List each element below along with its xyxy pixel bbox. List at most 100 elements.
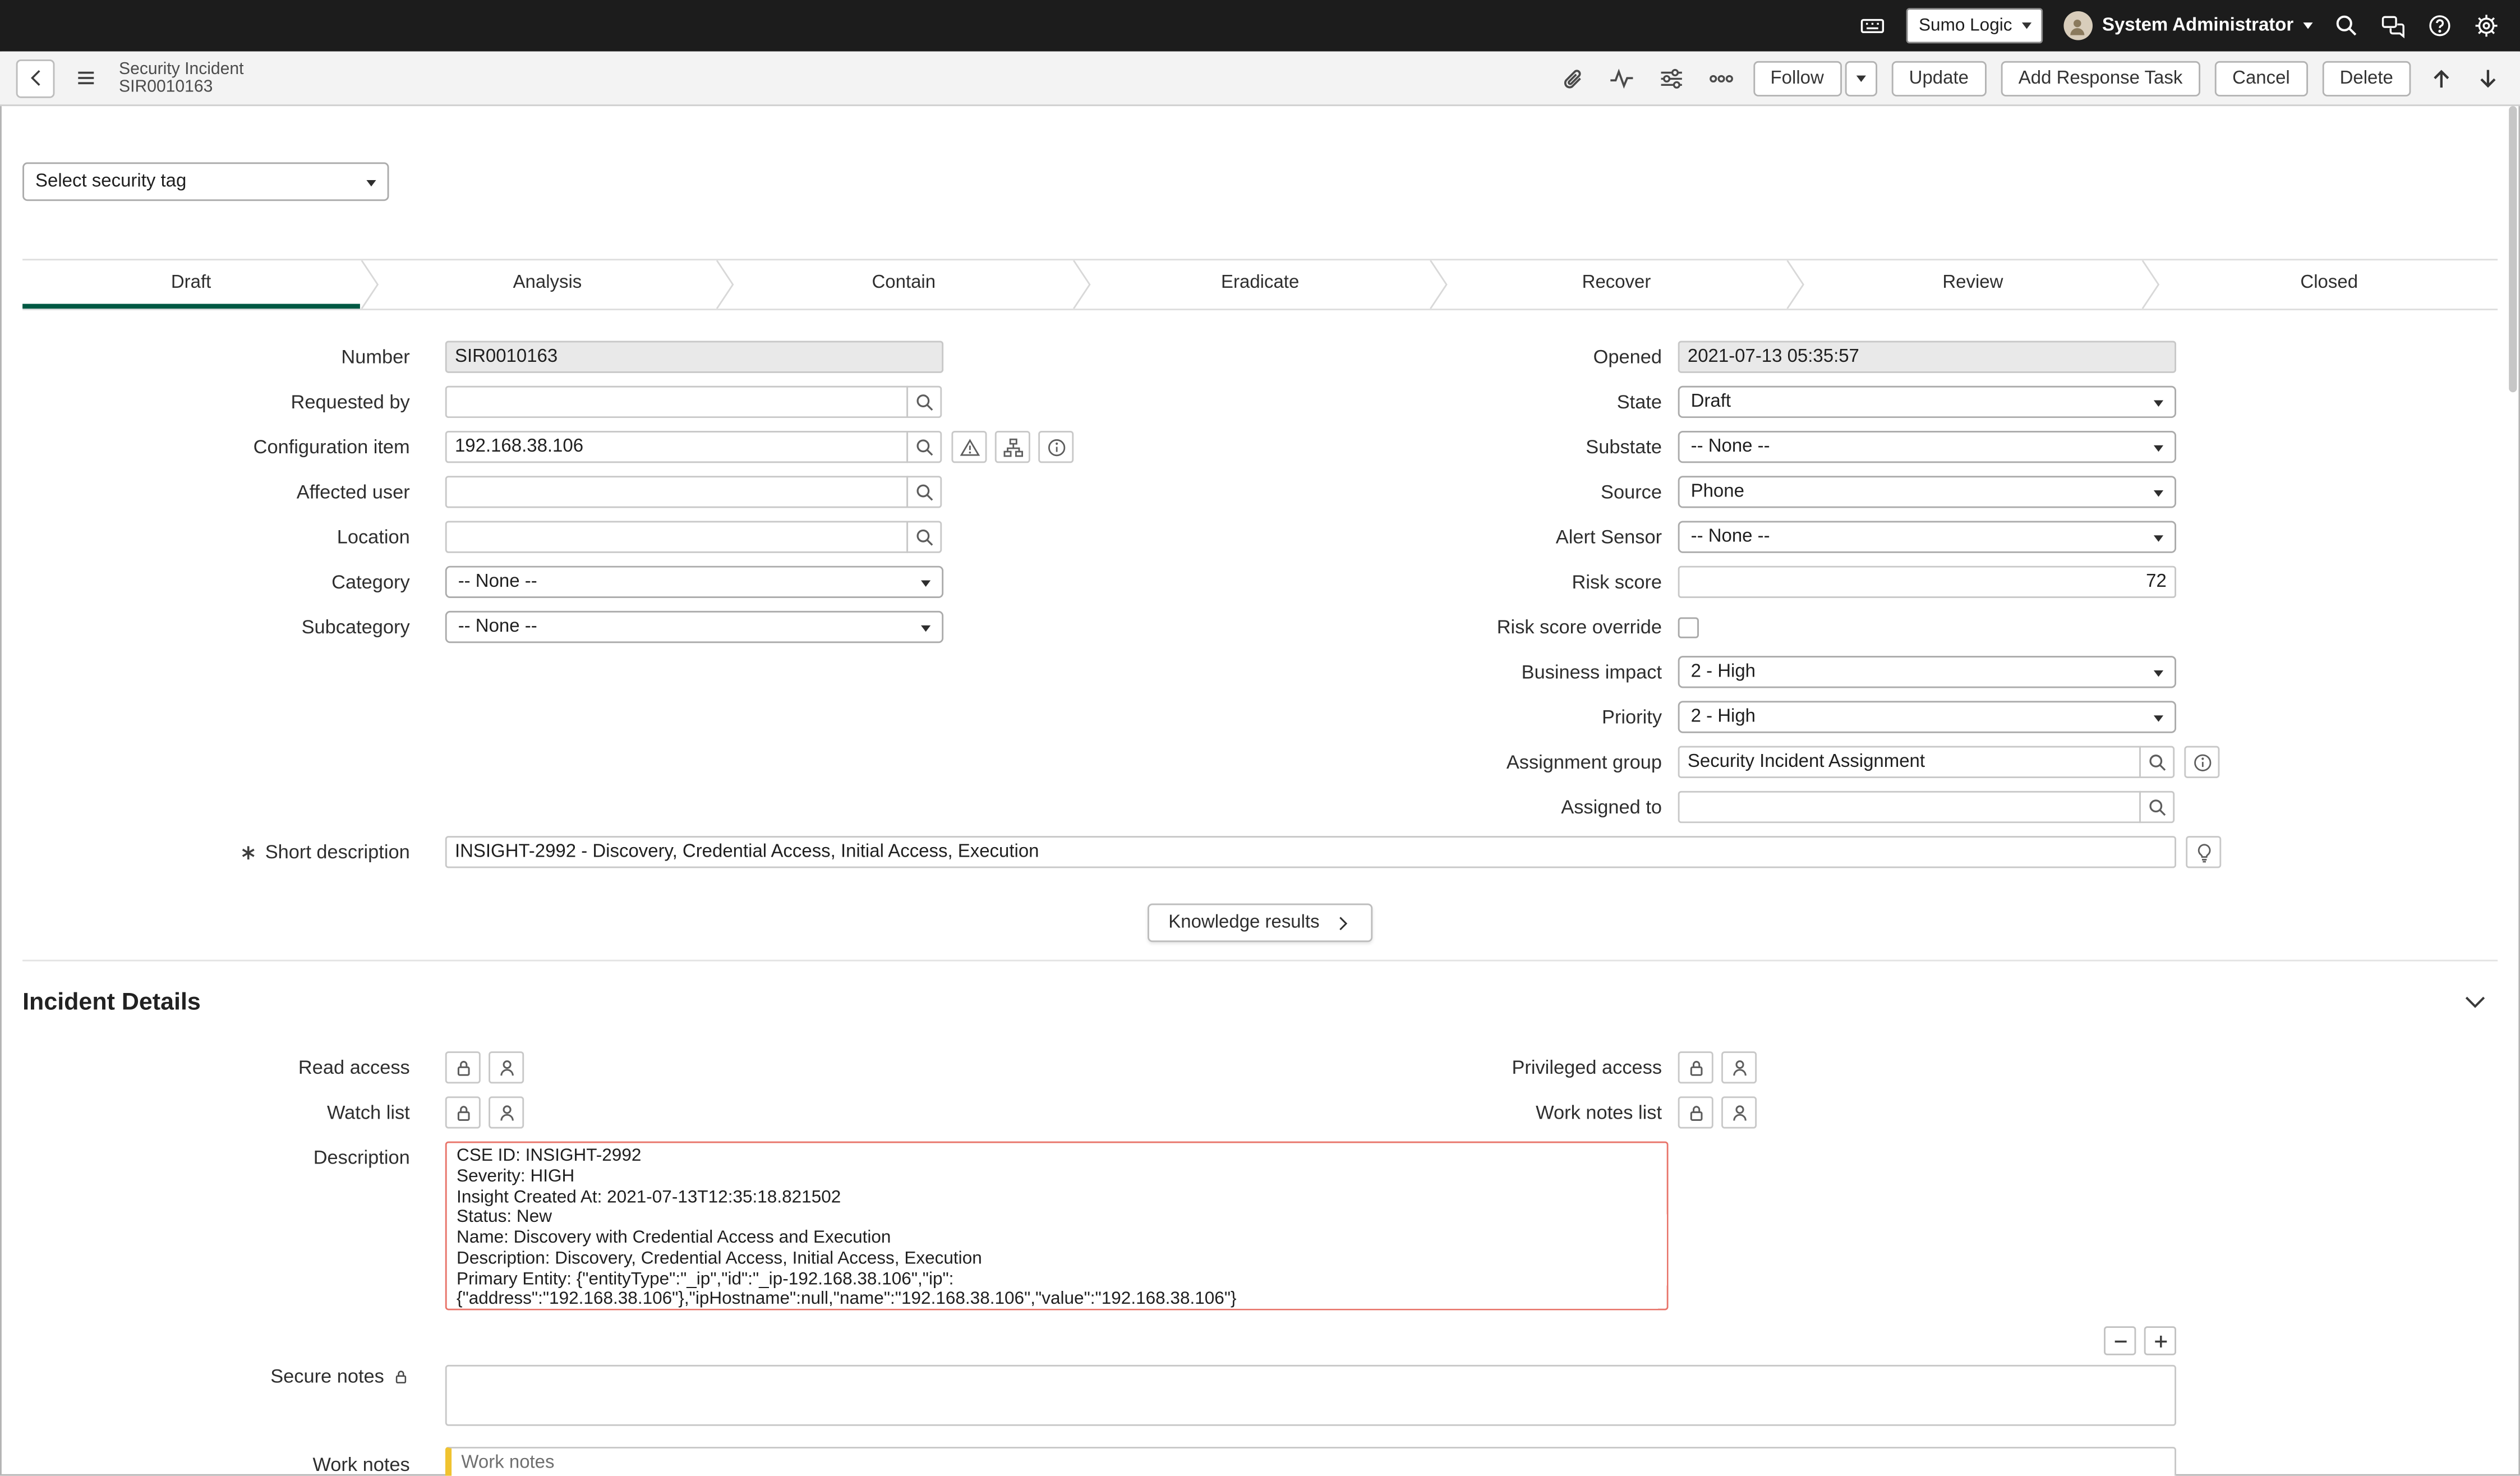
privileged-access-lock-button[interactable] — [1678, 1051, 1713, 1083]
state-select[interactable]: Draft — [1678, 386, 2176, 418]
connect-chat-button[interactable] — [2380, 13, 2406, 39]
field-row-opened: Opened — [1260, 341, 2498, 373]
business-impact-value: 2 - High — [1691, 663, 1756, 682]
knowledge-results-button[interactable]: Knowledge results — [1148, 903, 1372, 942]
field-row-read-access: Read access — [22, 1051, 1260, 1083]
risk-score-override-checkbox[interactable] — [1678, 617, 1699, 637]
opened-input[interactable] — [1678, 341, 2176, 373]
configuration-item-preview-button[interactable] — [1038, 431, 1074, 463]
affected-user-input[interactable] — [445, 476, 908, 508]
category-select[interactable]: -- None -- — [445, 566, 943, 598]
watch-list-edit-button[interactable] — [489, 1096, 524, 1128]
requested-by-input[interactable] — [445, 386, 908, 418]
vertical-scrollbar-thumb[interactable] — [2509, 106, 2517, 392]
location-lookup-button[interactable] — [906, 521, 942, 553]
follow-split-button: Follow — [1753, 60, 1877, 95]
source-select[interactable]: Phone — [1678, 476, 2176, 508]
delete-button[interactable]: Delete — [2322, 60, 2411, 95]
business-impact-select[interactable]: 2 - High — [1678, 656, 2176, 688]
previous-record-button[interactable] — [2425, 60, 2457, 95]
assigned-to-input[interactable] — [1678, 791, 2141, 823]
risk-score-input[interactable] — [1678, 566, 2176, 598]
work-notes-label: Work notes — [22, 1447, 410, 1476]
location-input[interactable] — [445, 521, 908, 553]
application-picker[interactable]: Sumo Logic — [1906, 8, 2043, 43]
assigned-to-lookup-button[interactable] — [2139, 791, 2175, 823]
suggestion-button[interactable] — [2186, 836, 2221, 868]
activity-stream-button[interactable] — [1604, 60, 1639, 95]
ellipsis-icon — [1708, 65, 1734, 91]
stage-review[interactable]: Review — [1804, 260, 2141, 309]
short-description-label: Short description — [22, 841, 410, 863]
stage-closed[interactable]: Closed — [2160, 260, 2498, 309]
number-input[interactable] — [445, 341, 943, 373]
required-asterisk-icon — [239, 843, 257, 861]
read-access-edit-button[interactable] — [489, 1051, 524, 1083]
affected-user-lookup-button[interactable] — [906, 476, 942, 508]
watch-list-lock-button[interactable] — [445, 1096, 481, 1128]
keyboard-shortcuts-button[interactable] — [1859, 13, 1885, 39]
help-button[interactable] — [2427, 13, 2453, 39]
form-context-menu-button[interactable] — [67, 60, 103, 95]
assignment-group-preview-button[interactable] — [2184, 746, 2219, 778]
stage-analysis[interactable]: Analysis — [379, 260, 716, 309]
risk-score-label: Risk score — [1260, 571, 1662, 593]
work-notes-textarea[interactable] — [445, 1447, 2176, 1476]
configuration-item-lookup-button[interactable] — [906, 431, 942, 463]
source-label: Source — [1260, 481, 1662, 503]
user-menu[interactable]: System Administrator — [2063, 11, 2312, 40]
privileged-access-label: Privileged access — [1260, 1056, 1662, 1079]
hierarchy-icon — [1002, 436, 1023, 457]
more-options-button[interactable] — [1703, 60, 1738, 95]
settings-button[interactable] — [2473, 13, 2499, 39]
next-record-button[interactable] — [2472, 60, 2504, 95]
work-notes-list-lock-button[interactable] — [1678, 1096, 1713, 1128]
privileged-access-edit-button[interactable] — [1721, 1051, 1757, 1083]
update-button[interactable]: Update — [1891, 60, 1986, 95]
assignment-group-input[interactable] — [1678, 746, 2141, 778]
help-icon — [2427, 13, 2453, 39]
follow-options-button[interactable] — [1845, 60, 1877, 95]
secure-notes-label: Secure notes — [22, 1365, 410, 1387]
secure-notes-textarea[interactable] — [445, 1365, 2176, 1426]
priority-select[interactable]: 2 - High — [1678, 701, 2176, 733]
field-row-risk-score: Risk score — [1260, 566, 2498, 598]
personalize-form-button[interactable] — [1653, 60, 1688, 95]
field-row-secure-notes: Secure notes — [22, 1365, 2498, 1426]
user-name: System Administrator — [2102, 16, 2293, 35]
cancel-button[interactable]: Cancel — [2215, 60, 2308, 95]
stage-recover[interactable]: Recover — [1448, 260, 1785, 309]
alert-sensor-select[interactable]: -- None -- — [1678, 521, 2176, 553]
user-icon — [496, 1102, 517, 1123]
shrink-textarea-button[interactable] — [2104, 1326, 2136, 1355]
section-collapse-button[interactable] — [2462, 988, 2488, 1014]
security-tag-select[interactable]: Select security tag — [22, 162, 389, 201]
stage-separator-icon — [1072, 260, 1091, 309]
stage-draft[interactable]: Draft — [22, 260, 360, 309]
requested-by-lookup-button[interactable] — [906, 386, 942, 418]
grow-textarea-button[interactable] — [2144, 1326, 2176, 1355]
work-notes-list-edit-button[interactable] — [1721, 1096, 1757, 1128]
stage-eradicate[interactable]: Eradicate — [1091, 260, 1429, 309]
assignment-group-lookup-button[interactable] — [2139, 746, 2175, 778]
stage-contain[interactable]: Contain — [735, 260, 1072, 309]
configuration-item-dependency-map-button[interactable] — [995, 431, 1030, 463]
subcategory-select[interactable]: -- None -- — [445, 611, 943, 643]
category-label: Category — [22, 571, 410, 593]
description-textarea[interactable]: CSE ID: INSIGHT-2992 Severity: HIGH Insi… — [445, 1142, 1669, 1311]
substate-select[interactable]: -- None -- — [1678, 431, 2176, 463]
add-response-task-button[interactable]: Add Response Task — [2001, 60, 2200, 95]
field-row-category: Category -- None -- — [22, 566, 1260, 598]
global-search-button[interactable] — [2334, 13, 2360, 39]
arrow-up-icon — [2429, 65, 2454, 91]
form-body: Select security tag Draft Analysis Conta… — [0, 162, 2520, 1475]
back-button[interactable] — [16, 59, 55, 98]
incident-details-section-header: Incident Details — [22, 981, 2498, 1023]
follow-button[interactable]: Follow — [1753, 60, 1841, 95]
short-description-input[interactable] — [445, 836, 2176, 868]
read-access-lock-button[interactable] — [445, 1051, 481, 1083]
short-description-label-text: Short description — [265, 841, 410, 863]
configuration-item-warning-button[interactable] — [951, 431, 987, 463]
attachments-button[interactable] — [1554, 60, 1589, 95]
configuration-item-input[interactable] — [445, 431, 908, 463]
